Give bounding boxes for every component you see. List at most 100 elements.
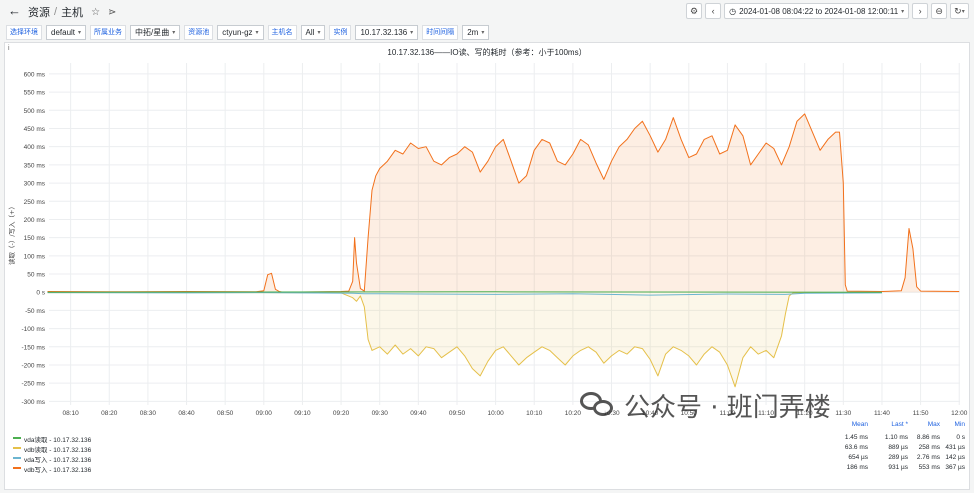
- y-tick-label: 150 ms: [24, 235, 46, 242]
- legend-value: 367 µs: [945, 464, 965, 471]
- x-tick-label: 08:40: [178, 410, 195, 417]
- var-value-pool: ctyun-gz: [222, 27, 253, 37]
- legend-value: 431 µs: [945, 444, 965, 451]
- y-tick-label: 250 ms: [24, 199, 46, 206]
- x-tick-label: 09:20: [333, 410, 350, 417]
- y-tick-label: 500 ms: [24, 108, 46, 115]
- watermark-text: 公众号 · 班门弄楼: [624, 392, 831, 423]
- var-select-hostname[interactable]: All ▾: [300, 24, 326, 40]
- y-tick-label: -100 ms: [22, 326, 46, 333]
- y-axis-label: 读取（-）/写入（+）: [7, 203, 16, 265]
- chevron-down-icon: ▾: [317, 29, 321, 36]
- wechat-icon: [580, 390, 616, 420]
- breadcrumb-separator: /: [54, 6, 58, 18]
- y-tick-label: -250 ms: [22, 381, 46, 388]
- y-tick-label: 550 ms: [24, 90, 46, 97]
- legend-value: 654 µs: [848, 454, 868, 461]
- legend-row[interactable]: vda写入 - 10.17.32.136 654 µs 289 µs 2.76 ms 1…: [13, 453, 968, 464]
- var-select-pool[interactable]: ctyun-gz ▾: [217, 24, 264, 40]
- legend-value: 63.6 ms: [844, 444, 868, 451]
- y-tick-label: 50 ms: [27, 272, 45, 279]
- var-value-env: default: [51, 27, 76, 37]
- var-value-instance: 10.17.32.136: [360, 27, 408, 37]
- y-tick-label: -150 ms: [22, 344, 46, 351]
- x-tick-label: 08:20: [101, 410, 118, 417]
- y-tick-label: -300 ms: [22, 399, 46, 406]
- clock-icon: ◷: [729, 6, 737, 16]
- y-tick-label: 350 ms: [24, 162, 46, 169]
- refresh-chevron-icon: ▾: [961, 8, 965, 15]
- y-tick-label: 300 ms: [24, 181, 46, 188]
- chevron-down-icon: ▾: [172, 29, 176, 36]
- settings-gear-icon[interactable]: ⚙: [686, 3, 703, 19]
- var-label-hostname: 主机名: [267, 24, 297, 40]
- breadcrumb-host: 主机: [61, 7, 84, 19]
- io-latency-chart[interactable]: 600 ms 550 ms 500 ms 450 ms 400 ms 350 ms 300 …: [5, 43, 971, 428]
- watermark: 公众号 · 班门弄楼: [580, 380, 970, 430]
- x-tick-label: 08:50: [217, 410, 234, 417]
- back-arrow-icon[interactable]: ←: [8, 4, 22, 18]
- chevron-down-icon: ▾: [481, 29, 485, 36]
- legend-value: 142 µs: [945, 454, 965, 461]
- series-area-1: [47, 292, 882, 387]
- legend-row[interactable]: vda读取 - 10.17.32.136 1.45 ms 1.10 ms 8.86 m…: [13, 433, 968, 444]
- var-select-env[interactable]: default ▾: [46, 24, 87, 40]
- legend-series-name: vdb写入 - 10.17.32.136: [24, 467, 92, 474]
- x-tick-label: 10:10: [526, 410, 543, 417]
- chevron-down-icon: ▾: [410, 29, 414, 36]
- x-tick-label: 09:30: [372, 410, 389, 417]
- x-tick-label: 09:40: [410, 410, 427, 417]
- legend-row[interactable]: vdb写入 - 10.17.32.136 186 ms 931 µs 553 ms 36…: [13, 463, 968, 474]
- var-select-interval[interactable]: 2m ▾: [462, 24, 490, 40]
- var-select-instance[interactable]: 10.17.32.136 ▾: [355, 24, 419, 40]
- y-tick-label: 0 s: [36, 290, 45, 297]
- legend-swatch: [13, 457, 21, 459]
- var-value-business: 中拓/星曲: [135, 27, 170, 37]
- x-tick-label: 09:10: [294, 410, 311, 417]
- legend-swatch: [13, 467, 21, 469]
- var-label-pool: 资源池: [184, 24, 214, 40]
- variables-bar: 选择环境 default ▾ 所属业务 中拓/星曲 ▾ 资源池 ctyun-gz ▾ …: [6, 24, 490, 40]
- zoom-out-icon[interactable]: ⊖: [931, 3, 948, 19]
- time-next-button[interactable]: ›: [912, 3, 929, 19]
- refresh-button[interactable]: ↻ ▾: [950, 3, 969, 19]
- top-bar: ← 资源 / 主机 ☆ ⋗ ⚙ ‹ ◷ 2024-01-08 08:04:22 …: [0, 0, 974, 22]
- y-tick-label: 450 ms: [24, 126, 46, 133]
- legend-value: 1.45 ms: [844, 434, 868, 441]
- time-prev-button[interactable]: ‹: [705, 3, 722, 19]
- var-label-interval: 时间间隔: [422, 24, 459, 40]
- refresh-icon: ↻: [954, 5, 962, 16]
- y-tick-label: 200 ms: [24, 217, 46, 224]
- y-tick-label: 100 ms: [24, 253, 46, 260]
- y-tick-label: 400 ms: [24, 144, 46, 151]
- chevron-down-icon: ▾: [255, 29, 259, 36]
- x-tick-label: 09:00: [256, 410, 273, 417]
- x-tick-label: 10:20: [565, 410, 582, 417]
- chevron-down-icon: ▾: [78, 29, 82, 36]
- breadcrumb: 资源 / 主机 ☆ ⋗: [28, 4, 116, 20]
- legend-swatch: [13, 447, 21, 449]
- x-tick-label: 09:50: [449, 410, 466, 417]
- star-icon[interactable]: ☆: [91, 7, 100, 18]
- x-tick-label: 10:00: [487, 410, 504, 417]
- time-range-text: 2024-01-08 08:04:22 to 2024-01-08 12:00:…: [739, 6, 899, 16]
- y-tick-label: 600 ms: [24, 71, 46, 78]
- var-value-interval: 2m: [467, 27, 479, 37]
- y-tick-label: -50 ms: [25, 308, 46, 315]
- x-tick-label: 08:10: [62, 410, 79, 417]
- var-select-business[interactable]: 中拓/星曲 ▾: [130, 24, 181, 40]
- chevron-down-icon: ▾: [901, 8, 905, 15]
- var-label-env: 选择环境: [6, 24, 42, 40]
- var-value-hostname: All: [305, 27, 315, 37]
- legend-value: 186 ms: [846, 464, 868, 471]
- legend-row[interactable]: vdb读取 - 10.17.32.136 63.6 ms 889 µs 258 ms 4…: [13, 443, 968, 454]
- breadcrumb-resources[interactable]: 资源: [28, 4, 50, 20]
- legend-value: 0 s: [956, 434, 965, 441]
- y-tick-label: -200 ms: [22, 362, 46, 369]
- x-tick-label: 08:30: [140, 410, 157, 417]
- legend-swatch: [13, 437, 21, 439]
- var-label-instance: 实例: [329, 24, 352, 40]
- share-icon[interactable]: ⋗: [108, 7, 116, 18]
- var-label-business: 所属业务: [90, 24, 127, 40]
- time-range-picker[interactable]: ◷ 2024-01-08 08:04:22 to 2024-01-08 12:0…: [724, 3, 910, 19]
